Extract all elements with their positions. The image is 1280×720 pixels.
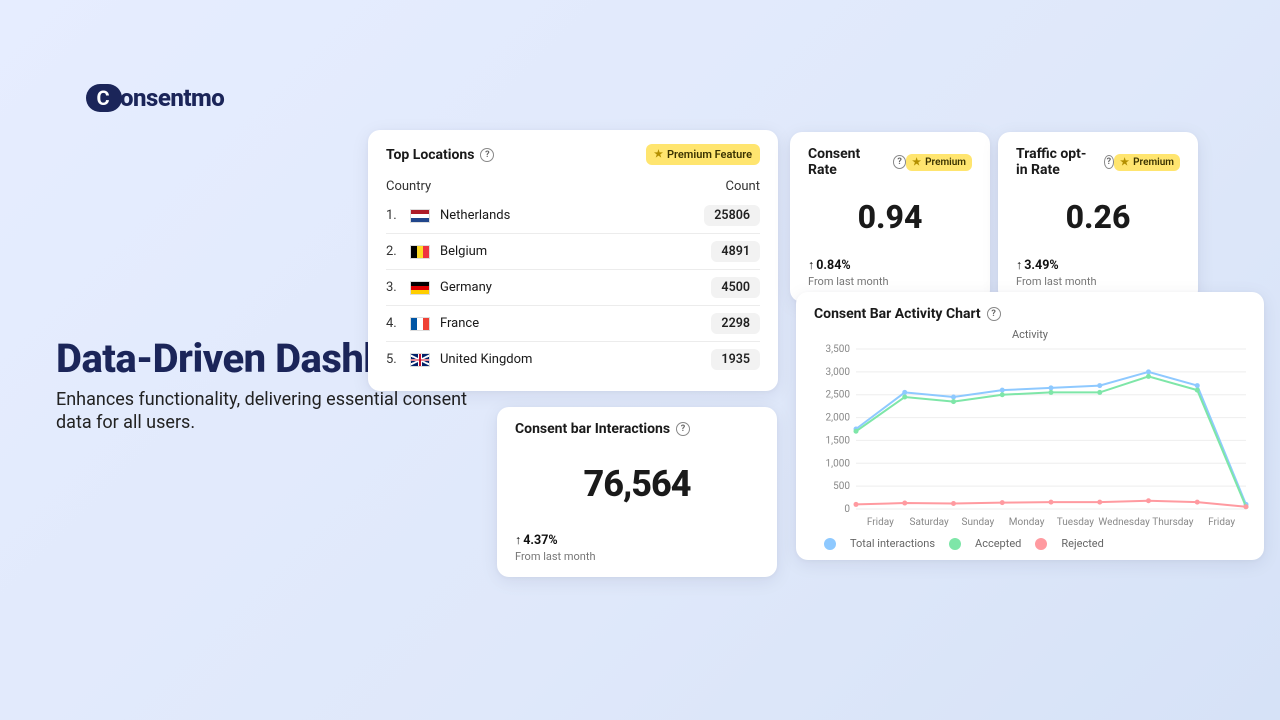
premium-badge: ★ Premium [1114,154,1180,171]
consent-rate-value: 0.94 [808,198,972,236]
location-name: United Kingdom [440,352,532,367]
flag-be-icon [410,245,430,259]
svg-text:Friday: Friday [867,517,894,528]
legend-accepted: Accepted [975,537,1021,550]
help-icon[interactable]: ? [893,155,906,169]
interactions-card: Consent bar Interactions ? 76,564 ↑4.37%… [497,407,777,577]
arrow-up-icon: ↑ [808,258,814,273]
location-rank: 2. [386,244,400,259]
star-icon: ★ [1120,157,1129,168]
svg-text:1,500: 1,500 [826,435,851,446]
svg-text:1,000: 1,000 [826,458,851,469]
activity-line-chart: 3,500 3,000 2,500 2,000 1,500 1,000 500 0 Friday… [814,343,1254,533]
location-row: 3. Germany 4500 [386,270,760,306]
traffic-rate-value: 0.26 [1016,198,1180,236]
help-icon[interactable]: ? [1104,155,1115,169]
location-rank: 1. [386,208,400,223]
consent-rate-title: Consent Rate [808,146,887,178]
star-icon: ★ [912,157,921,168]
premium-label: Premium [1133,157,1174,168]
premium-label: Premium [925,157,966,168]
legend-dot-rejected-icon [1035,538,1047,550]
interactions-sub: From last month [515,550,759,563]
svg-text:2,000: 2,000 [826,413,851,424]
flag-fr-icon [410,317,430,331]
flag-uk-icon [410,353,430,367]
flag-de-icon [410,281,430,295]
help-icon[interactable]: ? [676,422,690,436]
svg-text:3,000: 3,000 [826,367,851,378]
top-locations-card: Top Locations ? ★ Premium Feature Countr… [368,130,778,391]
help-icon[interactable]: ? [480,148,494,162]
svg-text:Thursday: Thursday [1152,517,1194,528]
svg-text:Tuesday: Tuesday [1057,517,1094,528]
svg-text:Monday: Monday [1009,517,1045,528]
location-rank: 3. [386,280,400,295]
activity-chart-title: Consent Bar Activity Chart [814,306,981,322]
location-row: 2. Belgium 4891 [386,234,760,270]
traffic-rate-title: Traffic opt-in Rate [1016,146,1098,178]
location-name: France [440,316,479,331]
col-count-header: Count [726,179,760,194]
consent-rate-delta: ↑0.84% [808,258,972,273]
brand-logo: C onsentmo [86,84,224,112]
col-country-header: Country [386,179,431,194]
legend-dot-total-icon [824,538,836,550]
interactions-title: Consent bar Interactions [515,421,670,437]
location-row: 4. France 2298 [386,306,760,342]
location-rank: 5. [386,352,400,367]
star-icon: ★ [654,149,663,160]
logo-text: onsentmo [120,84,224,112]
location-count: 4891 [711,241,760,262]
flag-nl-icon [410,209,430,223]
traffic-rate-sub: From last month [1016,275,1180,288]
location-count: 4500 [711,277,760,298]
traffic-rate-card: Traffic opt-in Rate ? ★ Premium 0.26 ↑3.… [998,132,1198,302]
svg-text:500: 500 [833,481,850,492]
top-locations-title: Top Locations [386,147,474,163]
location-count: 2298 [711,313,760,334]
location-count: 1935 [711,349,760,370]
legend-dot-accepted-icon [949,538,961,550]
traffic-rate-delta: ↑3.49% [1016,258,1180,273]
consent-rate-card: Consent Rate ? ★ Premium 0.94 ↑0.84% Fro… [790,132,990,302]
interactions-delta: ↑4.37% [515,533,759,548]
svg-text:0: 0 [844,504,850,515]
premium-badge: ★ Premium [906,154,972,171]
chart-inner-title: Activity [814,328,1246,341]
legend-rejected: Rejected [1061,537,1103,550]
svg-text:2,500: 2,500 [826,390,851,401]
logo-mark-icon: C [86,84,122,112]
legend-total: Total interactions [850,537,935,550]
page-subtitle: Enhances functionality, delivering essen… [56,388,486,435]
arrow-up-icon: ↑ [515,533,521,548]
location-name: Germany [440,280,492,295]
svg-text:3,500: 3,500 [826,344,851,355]
location-rank: 4. [386,316,400,331]
location-name: Belgium [440,244,487,259]
svg-text:Sunday: Sunday [962,517,995,528]
svg-text:Wednesday: Wednesday [1098,517,1150,528]
activity-chart-card: Consent Bar Activity Chart ? Activity 3,… [796,292,1264,560]
premium-feature-label: Premium Feature [667,148,752,161]
location-count: 25806 [704,205,760,226]
help-icon[interactable]: ? [987,307,1001,321]
location-name: Netherlands [440,208,510,223]
svg-text:Saturday: Saturday [910,517,949,528]
location-row: 5. United Kingdom 1935 [386,342,760,377]
interactions-value: 76,564 [515,463,759,505]
arrow-up-icon: ↑ [1016,258,1022,273]
chart-legend: Total interactions Accepted Rejected [814,537,1246,550]
location-row: 1. Netherlands 25806 [386,198,760,234]
svg-text:Friday: Friday [1208,517,1235,528]
consent-rate-sub: From last month [808,275,972,288]
premium-feature-badge: ★ Premium Feature [646,144,760,165]
